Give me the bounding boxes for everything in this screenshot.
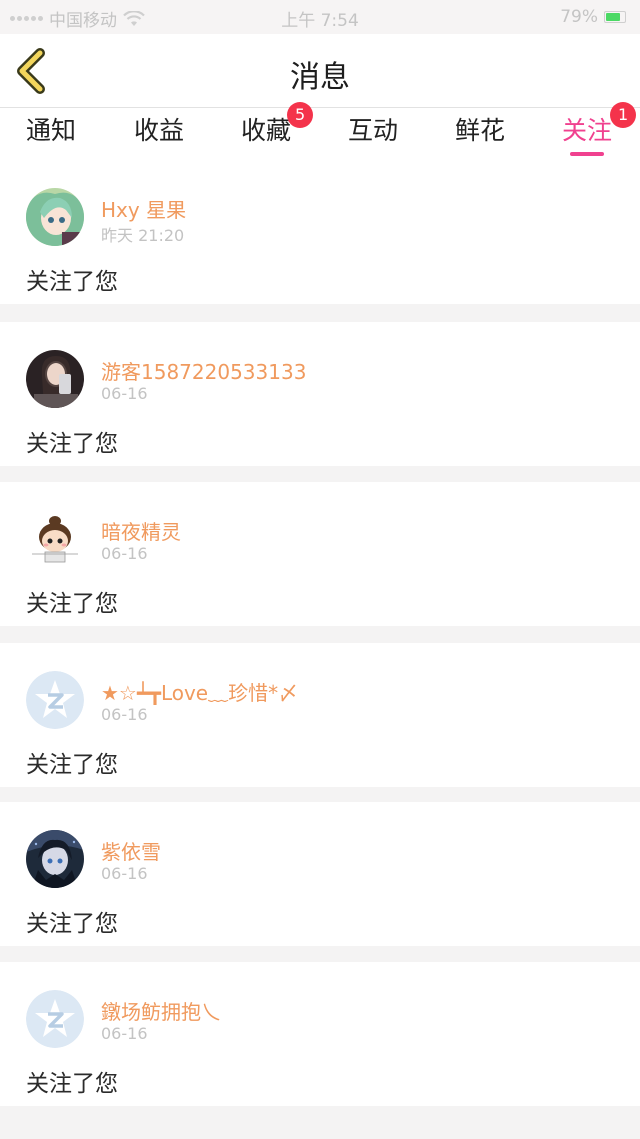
- list-item[interactable]: Hxy 星果 昨天 21:20 关注了您: [0, 160, 640, 304]
- tab-notifications[interactable]: 通知: [6, 108, 96, 160]
- username-link[interactable]: ★☆┷┳Love﹏珍惜*〆: [101, 677, 298, 706]
- tab-flowers[interactable]: 鲜花: [435, 108, 525, 160]
- message-text: 关注了您: [26, 269, 118, 295]
- list-item[interactable]: 游客1587220533133 06-16 关注了您: [0, 322, 640, 466]
- list-item[interactable]: 暗夜精灵 06-16 关注了您: [0, 482, 640, 626]
- tab-label: 关注: [561, 116, 612, 145]
- tab-label: 通知: [25, 116, 76, 145]
- username-link[interactable]: 游客1587220533133: [101, 356, 306, 385]
- avatar[interactable]: [26, 188, 84, 246]
- status-bar: 中国移动 上午 7:54 79%: [0, 0, 640, 34]
- timestamp: 06-16: [101, 544, 148, 563]
- tab-label: 鲜花: [454, 116, 505, 145]
- avatar[interactable]: [26, 671, 84, 729]
- timestamp: 昨天 21:20: [101, 226, 185, 245]
- avatar[interactable]: [26, 990, 84, 1048]
- timestamp: 06-16: [101, 384, 148, 403]
- message-text: 关注了您: [26, 431, 118, 457]
- tab-earnings[interactable]: 收益: [114, 108, 204, 160]
- username-link[interactable]: 紫依雪: [101, 836, 161, 865]
- timestamp: 06-16: [101, 864, 148, 883]
- tab-label: 收益: [133, 116, 184, 145]
- timestamp: 06-16: [101, 705, 148, 724]
- username-link[interactable]: Hxy 星果: [101, 194, 186, 223]
- unread-badge: 1: [610, 102, 637, 128]
- message-text: 关注了您: [26, 911, 118, 937]
- unread-badge: 5: [287, 102, 314, 128]
- page-title: 消息: [290, 60, 350, 95]
- tab-interactions[interactable]: 互动: [328, 108, 418, 160]
- message-text: 关注了您: [26, 1071, 118, 1097]
- timestamp: 06-16: [101, 1024, 148, 1043]
- avatar[interactable]: [26, 350, 84, 408]
- username-link[interactable]: 鐓场鲂拥抱乀: [101, 996, 221, 1025]
- battery-icon: [604, 11, 626, 23]
- list-item[interactable]: 鐓场鲂拥抱乀 06-16 关注了您: [0, 962, 640, 1106]
- avatar[interactable]: [26, 510, 84, 568]
- tab-label: 互动: [347, 116, 398, 145]
- active-tab-indicator: [570, 152, 604, 156]
- message-text: 关注了您: [26, 752, 118, 778]
- list-item[interactable]: 紫依雪 06-16 关注了您: [0, 802, 640, 946]
- tab-follows[interactable]: 关注 1: [542, 102, 637, 160]
- nav-bar: 消息: [0, 34, 640, 108]
- tab-bar: 通知 收益 收藏 5 互动 鲜花 关注 1: [0, 102, 640, 160]
- battery-percent: 79%: [560, 7, 598, 27]
- list-item[interactable]: ★☆┷┳Love﹏珍惜*〆 06-16 关注了您: [0, 643, 640, 787]
- username-link[interactable]: 暗夜精灵: [101, 516, 181, 545]
- tab-favorites[interactable]: 收藏 5: [221, 102, 314, 160]
- message-text: 关注了您: [26, 591, 118, 617]
- tab-label: 收藏: [240, 116, 291, 145]
- avatar[interactable]: [26, 830, 84, 888]
- battery-indicator: 79%: [560, 7, 626, 27]
- status-time: 上午 7:54: [281, 11, 359, 31]
